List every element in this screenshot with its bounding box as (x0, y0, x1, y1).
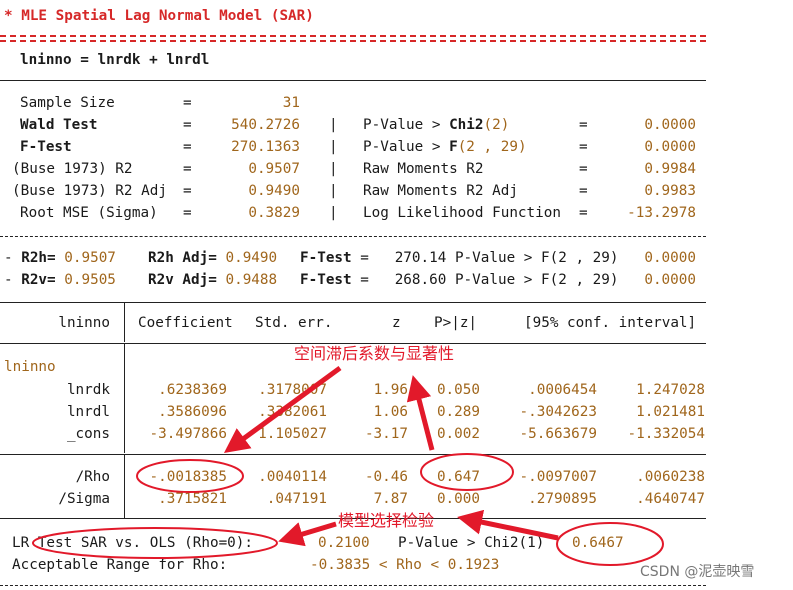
lr-pvalue-circle (556, 522, 664, 566)
arrow-from-lr-pvalue (457, 509, 559, 541)
arrow-to-lr-label (278, 521, 337, 547)
annotation-spatial-coef: 空间滞后系数与显著性 (294, 344, 455, 363)
annotation-overlay (32, 365, 664, 566)
lr-label-circle (32, 527, 278, 559)
watermark: CSDN @泥壶映雪 (640, 564, 755, 580)
annotation-model-test: 模型选择检验 (338, 511, 435, 530)
arrow-to-rho-pvalue (406, 375, 435, 451)
rho-coef-circle (136, 459, 244, 493)
rho-pvalue-circle (420, 453, 514, 491)
arrow-to-rho-coef (223, 365, 342, 453)
